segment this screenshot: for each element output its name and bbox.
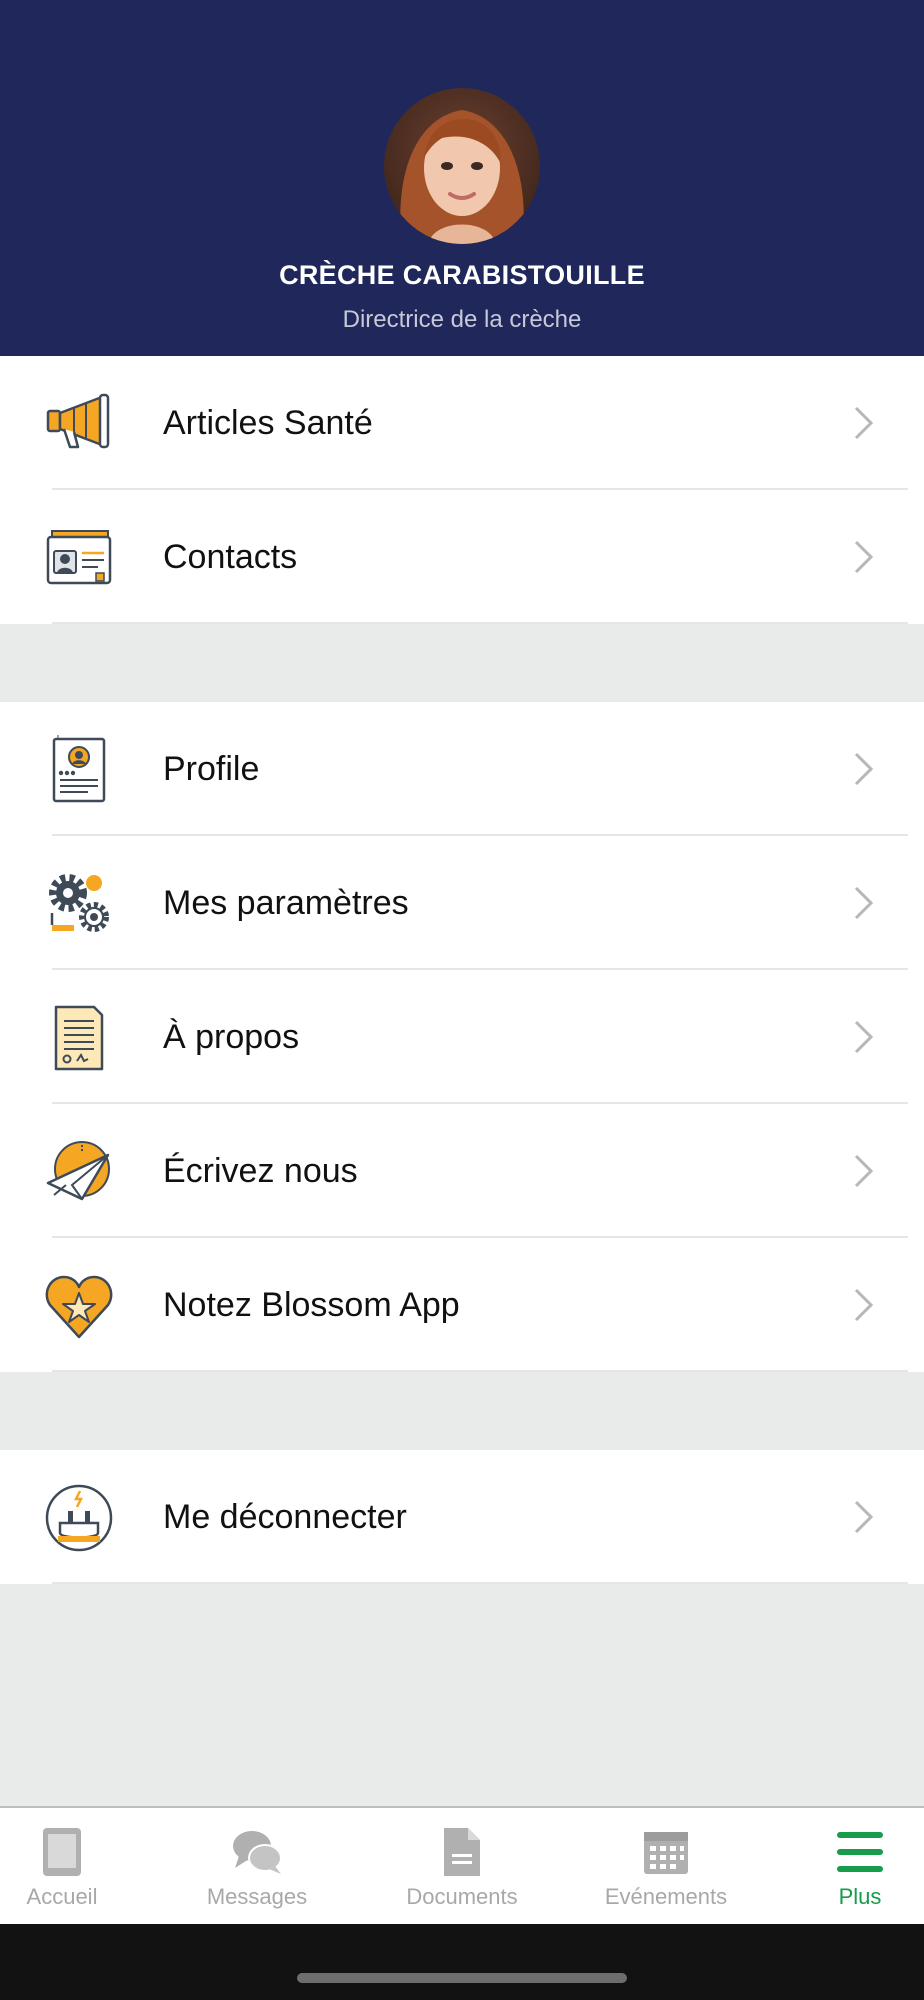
home-indicator-area — [0, 1924, 924, 2000]
tab-evenements[interactable]: Evénements — [596, 1808, 736, 1926]
menu-item-label: Notez Blossom App — [163, 1286, 460, 1324]
menu-item-label: Profile — [163, 750, 260, 788]
org-name: CRÈCHE CARABISTOUILLE — [279, 260, 645, 290]
menu-item-contacts[interactable]: Contacts — [0, 490, 924, 624]
heart-star-icon — [45, 1275, 113, 1339]
menu-group-account: Profile Mes paramètres À propos Écrivez … — [0, 702, 924, 1372]
tab-plus[interactable]: Plus — [810, 1808, 910, 1926]
tab-accueil[interactable]: Accueil — [0, 1808, 124, 1926]
tab-messages[interactable]: Messages — [190, 1808, 324, 1926]
menu-item-label: Mes paramètres — [163, 884, 409, 922]
plug-icon — [45, 1484, 113, 1552]
chevron-right-icon — [854, 886, 874, 920]
tab-label: Messages — [206, 1884, 308, 1909]
tab-label: Evénements — [604, 1884, 728, 1909]
chevron-right-icon — [854, 540, 874, 574]
divider — [52, 1370, 908, 1372]
document-icon — [444, 1828, 480, 1876]
certificate-icon — [54, 1005, 104, 1071]
chat-bubbles-icon — [233, 1831, 282, 1874]
tab-documents[interactable]: Documents — [392, 1808, 532, 1926]
tab-label: Accueil — [26, 1884, 98, 1909]
menu-item-profile[interactable]: Profile — [0, 702, 924, 836]
menu-item-notez-app[interactable]: Notez Blossom App — [0, 1238, 924, 1372]
hamburger-menu-icon — [837, 1832, 883, 1872]
avatar[interactable] — [384, 88, 540, 244]
paper-plane-icon — [46, 1141, 110, 1201]
bottom-tab-bar: Accueil Messages Documents Evénements Pl… — [0, 1806, 924, 1926]
contact-card-icon — [46, 530, 112, 585]
menu-group-content: Articles Santé Contacts — [0, 356, 924, 624]
menu-item-logout[interactable]: Me déconnecter — [0, 1450, 924, 1584]
home-tablet-icon — [43, 1828, 81, 1876]
chevron-right-icon — [854, 1500, 874, 1534]
menu-item-articles-sante[interactable]: Articles Santé — [0, 356, 924, 490]
gears-icon — [49, 874, 109, 932]
menu-item-label: Contacts — [163, 538, 298, 576]
chevron-right-icon — [854, 752, 874, 786]
user-role: Directrice de la crèche — [342, 306, 582, 333]
menu-item-ecrivez-nous[interactable]: Écrivez nous — [0, 1104, 924, 1238]
calendar-icon — [644, 1832, 688, 1874]
home-indicator[interactable] — [297, 1973, 627, 1983]
menu-item-label: Articles Santé — [163, 404, 373, 442]
megaphone-icon — [46, 393, 110, 449]
chevron-right-icon — [854, 1154, 874, 1188]
menu-item-label: Écrivez nous — [163, 1152, 358, 1190]
menu-item-parametres[interactable]: Mes paramètres — [0, 836, 924, 970]
menu-item-label: À propos — [163, 1018, 300, 1056]
menu-item-label: Me déconnecter — [163, 1498, 407, 1536]
profile-header: CRÈCHE CARABISTOUILLE Directrice de la c… — [0, 0, 924, 356]
menu-item-a-propos[interactable]: À propos — [0, 970, 924, 1104]
tab-label: Plus — [838, 1884, 882, 1909]
profile-document-icon — [52, 735, 106, 803]
menu-group-logout: Me déconnecter — [0, 1450, 924, 1584]
chevron-right-icon — [854, 1288, 874, 1322]
chevron-right-icon — [854, 1020, 874, 1054]
chevron-right-icon — [854, 406, 874, 440]
divider — [52, 622, 908, 624]
divider — [52, 1582, 908, 1584]
tab-label: Documents — [406, 1884, 518, 1909]
